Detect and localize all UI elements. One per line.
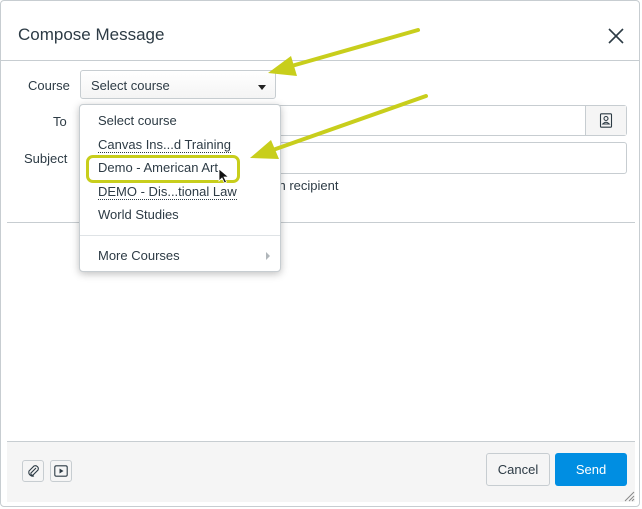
annotation-arrows xyxy=(250,28,428,159)
annotation-arrow-course xyxy=(268,28,420,76)
annotation-arrow-course-item xyxy=(250,94,428,159)
